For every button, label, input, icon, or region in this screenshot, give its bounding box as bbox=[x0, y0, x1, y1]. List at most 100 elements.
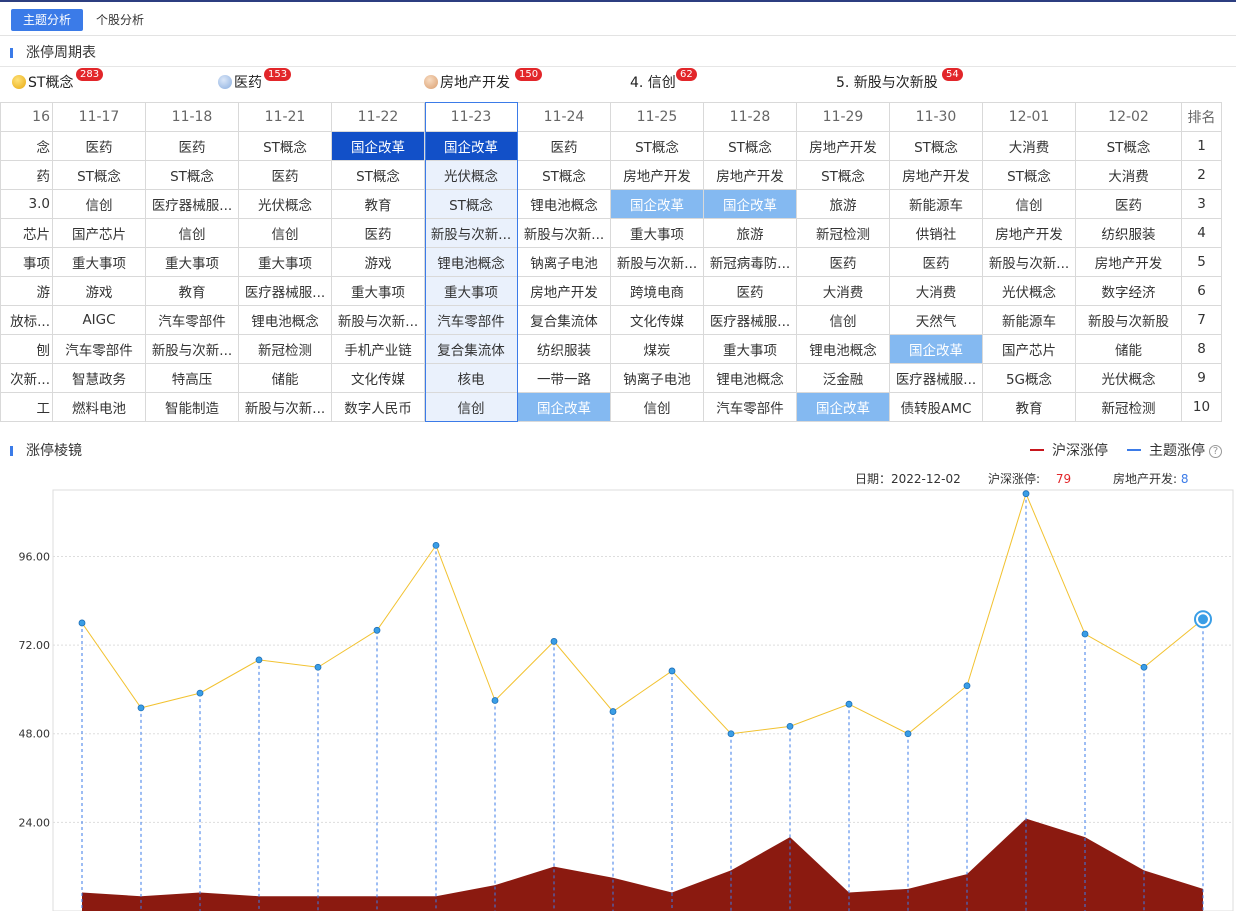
theme-cell[interactable]: 债转股AMC bbox=[889, 392, 983, 422]
theme-cell[interactable]: 新冠检测 bbox=[796, 218, 890, 248]
top-theme-1[interactable]: ST概念 283 bbox=[12, 68, 104, 93]
date-header[interactable]: 11-24 bbox=[517, 102, 611, 132]
theme-cell[interactable]: 数字人民币 bbox=[331, 392, 425, 422]
theme-cell[interactable]: 大消费 bbox=[1075, 160, 1182, 190]
theme-cell[interactable]: 药 bbox=[0, 160, 53, 190]
theme-cell[interactable]: 新冠病毒防... bbox=[703, 247, 797, 277]
theme-cell[interactable]: 重大事项 bbox=[610, 218, 704, 248]
theme-cell[interactable]: 燃料电池 bbox=[52, 392, 146, 422]
theme-cell[interactable]: 国产芯片 bbox=[982, 334, 1076, 364]
date-header[interactable]: 11-23 bbox=[424, 102, 518, 132]
theme-cell[interactable]: 国企改革 bbox=[517, 392, 611, 422]
theme-cell[interactable]: 手机产业链 bbox=[331, 334, 425, 364]
theme-cell[interactable]: 复合集流体 bbox=[517, 305, 611, 335]
theme-cell[interactable]: 储能 bbox=[238, 363, 332, 393]
theme-cell[interactable]: 工 bbox=[0, 392, 53, 422]
date-header[interactable]: 11-28 bbox=[703, 102, 797, 132]
theme-cell[interactable]: 智慧政务 bbox=[52, 363, 146, 393]
theme-cell[interactable]: 念 bbox=[0, 131, 53, 161]
top-theme-3[interactable]: 房地产开发 150 bbox=[424, 68, 543, 93]
theme-cell[interactable]: 医药 bbox=[517, 131, 611, 161]
theme-cell[interactable]: 游 bbox=[0, 276, 53, 306]
theme-cell[interactable]: ST概念 bbox=[424, 189, 518, 219]
date-header[interactable]: 11-21 bbox=[238, 102, 332, 132]
theme-cell[interactable]: ST概念 bbox=[517, 160, 611, 190]
theme-cell[interactable]: 次新... bbox=[0, 363, 53, 393]
theme-cell[interactable]: ST概念 bbox=[982, 160, 1076, 190]
top-theme-4[interactable]: 4. 信创 62 bbox=[630, 68, 697, 93]
theme-cell[interactable]: ST概念 bbox=[796, 160, 890, 190]
theme-cell[interactable]: 新冠检测 bbox=[238, 334, 332, 364]
theme-cell[interactable]: 重大事项 bbox=[703, 334, 797, 364]
theme-cell[interactable]: 核电 bbox=[424, 363, 518, 393]
date-header[interactable]: 12-02 bbox=[1075, 102, 1182, 132]
theme-cell[interactable]: 医疗器械服... bbox=[703, 305, 797, 335]
theme-cell[interactable]: 重大事项 bbox=[331, 276, 425, 306]
theme-cell[interactable]: 房地产开发 bbox=[889, 160, 983, 190]
date-header[interactable]: 11-17 bbox=[52, 102, 146, 132]
date-header[interactable]: 11-29 bbox=[796, 102, 890, 132]
theme-cell[interactable]: 国企改革 bbox=[331, 131, 425, 161]
theme-cell[interactable]: 新股与次新... bbox=[610, 247, 704, 277]
theme-cell[interactable]: 天然气 bbox=[889, 305, 983, 335]
tab-stock-analysis[interactable]: 个股分析 bbox=[84, 9, 156, 31]
theme-cell[interactable]: 房地产开发 bbox=[703, 160, 797, 190]
theme-cell[interactable]: 新能源车 bbox=[982, 305, 1076, 335]
theme-cell[interactable]: 信创 bbox=[238, 218, 332, 248]
theme-cell[interactable]: 3.0 bbox=[0, 189, 53, 219]
help-icon[interactable]: ? bbox=[1209, 445, 1222, 458]
theme-cell[interactable]: 医药 bbox=[796, 247, 890, 277]
theme-cell[interactable]: 医药 bbox=[703, 276, 797, 306]
theme-cell[interactable]: 汽车零部件 bbox=[424, 305, 518, 335]
theme-cell[interactable]: 重大事项 bbox=[238, 247, 332, 277]
theme-cell[interactable]: 纺织服装 bbox=[517, 334, 611, 364]
theme-cell[interactable]: 国企改革 bbox=[796, 392, 890, 422]
theme-cell[interactable]: 信创 bbox=[982, 189, 1076, 219]
theme-cell[interactable]: 房地产开发 bbox=[610, 160, 704, 190]
theme-cell[interactable]: 钠离子电池 bbox=[610, 363, 704, 393]
theme-cell[interactable]: ST概念 bbox=[52, 160, 146, 190]
theme-cell[interactable]: 光伏概念 bbox=[1075, 363, 1182, 393]
date-header[interactable]: 11-22 bbox=[331, 102, 425, 132]
theme-cell[interactable]: 重大事项 bbox=[52, 247, 146, 277]
date-header[interactable]: 12-01 bbox=[982, 102, 1076, 132]
date-header[interactable]: 16 bbox=[0, 102, 53, 132]
theme-cell[interactable]: 纺织服装 bbox=[1075, 218, 1182, 248]
theme-cell[interactable]: ST概念 bbox=[703, 131, 797, 161]
theme-cell[interactable]: 新股与次新股 bbox=[1075, 305, 1182, 335]
tab-theme-analysis[interactable]: 主题分析 bbox=[11, 9, 84, 31]
theme-cell[interactable]: 新冠检测 bbox=[1075, 392, 1182, 422]
legend-market[interactable]: 沪深涨停 bbox=[1030, 442, 1108, 460]
theme-cell[interactable]: 医药 bbox=[331, 218, 425, 248]
theme-cell[interactable]: 煤炭 bbox=[610, 334, 704, 364]
theme-cell[interactable]: 智能制造 bbox=[145, 392, 239, 422]
theme-cell[interactable]: 数字经济 bbox=[1075, 276, 1182, 306]
theme-cell[interactable]: 文化传媒 bbox=[610, 305, 704, 335]
theme-cell[interactable]: 跨境电商 bbox=[610, 276, 704, 306]
theme-cell[interactable]: 新股与次新... bbox=[517, 218, 611, 248]
theme-cell[interactable]: 国企改革 bbox=[610, 189, 704, 219]
theme-cell[interactable]: 新股与次新... bbox=[238, 392, 332, 422]
theme-cell[interactable]: 信创 bbox=[52, 189, 146, 219]
theme-cell[interactable]: 汽车零部件 bbox=[703, 392, 797, 422]
theme-cell[interactable]: 储能 bbox=[1075, 334, 1182, 364]
theme-cell[interactable]: 事项 bbox=[0, 247, 53, 277]
theme-cell[interactable]: 新股与次新... bbox=[145, 334, 239, 364]
theme-cell[interactable]: 信创 bbox=[610, 392, 704, 422]
theme-cell[interactable]: 医药 bbox=[145, 131, 239, 161]
theme-cell[interactable]: 游戏 bbox=[331, 247, 425, 277]
theme-cell[interactable]: 汽车零部件 bbox=[145, 305, 239, 335]
theme-cell[interactable]: 一带一路 bbox=[517, 363, 611, 393]
theme-cell[interactable]: 锂电池概念 bbox=[424, 247, 518, 277]
theme-cell[interactable]: 大消费 bbox=[796, 276, 890, 306]
theme-cell[interactable]: 房地产开发 bbox=[982, 218, 1076, 248]
date-header[interactable]: 11-30 bbox=[889, 102, 983, 132]
theme-cell[interactable]: 特高压 bbox=[145, 363, 239, 393]
theme-cell[interactable]: ST概念 bbox=[331, 160, 425, 190]
theme-cell[interactable]: ST概念 bbox=[238, 131, 332, 161]
theme-cell[interactable]: 锂电池概念 bbox=[796, 334, 890, 364]
theme-cell[interactable]: 光伏概念 bbox=[424, 160, 518, 190]
theme-cell[interactable]: 放标... bbox=[0, 305, 53, 335]
theme-cell[interactable]: ST概念 bbox=[889, 131, 983, 161]
theme-cell[interactable]: ST概念 bbox=[610, 131, 704, 161]
